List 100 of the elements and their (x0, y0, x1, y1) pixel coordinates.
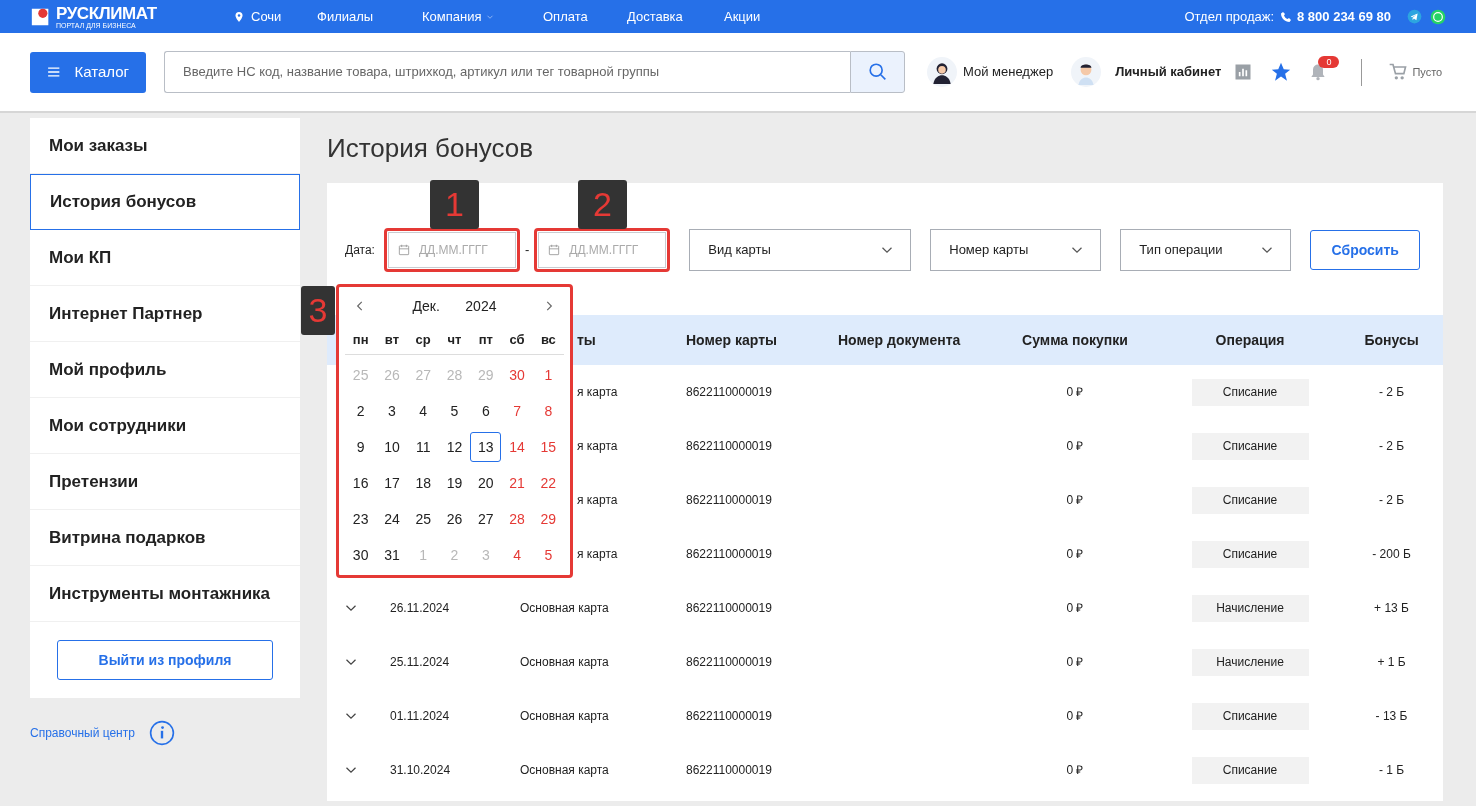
month-label[interactable]: Дек. (412, 295, 440, 317)
nav-link[interactable]: Филиалы (317, 6, 374, 27)
sales-label: Отдел продаж: (1184, 7, 1274, 26)
calendar-day[interactable]: 5 (532, 540, 564, 570)
calendar-day[interactable]: 23 (345, 504, 377, 534)
calendar-day[interactable]: 7 (501, 396, 533, 426)
dropdown-select[interactable]: Тип операции (1120, 229, 1292, 271)
calendar-day[interactable]: 13 (470, 432, 502, 462)
nav-link[interactable]: Оплата (543, 6, 588, 27)
calendar-day[interactable]: 5 (438, 396, 471, 426)
calendar-day[interactable]: 14 (501, 432, 533, 462)
sidebar-item[interactable]: История бонусов (30, 174, 300, 230)
table-cell: 0 ₽ (1066, 493, 1084, 507)
calendar-day[interactable]: 19 (438, 468, 471, 498)
calendar-day[interactable]: 15 (532, 432, 564, 462)
year-label[interactable]: 2024 (465, 295, 497, 317)
dropdown-select[interactable]: Номер карты (930, 229, 1102, 271)
table-cell: 0 ₽ (1066, 709, 1084, 723)
notification-badge: 0 (1318, 56, 1340, 68)
cart-icon[interactable] (1388, 62, 1409, 82)
phone-number[interactable]: 8 800 234 69 80 (1297, 6, 1391, 27)
date-field[interactable]: ДД.ММ.ГГГГ (387, 232, 516, 268)
calendar-day[interactable]: 12 (438, 432, 471, 462)
calendar-day[interactable]: 29 (532, 504, 564, 534)
info-icon[interactable] (148, 720, 175, 746)
calendar-day[interactable]: 26 (438, 504, 471, 534)
calendar-day[interactable]: 22 (532, 468, 564, 498)
table-cell: 8622110000019 (686, 601, 772, 615)
cart-status[interactable]: Пусто (1412, 63, 1443, 81)
annotation-marker: 1 (430, 180, 479, 229)
table-cell: Основная карта (520, 763, 609, 777)
sidebar-item[interactable]: Мой профиль (30, 342, 300, 398)
calendar-day[interactable]: 6 (470, 396, 502, 426)
weekday-label: пн (351, 330, 370, 349)
search-field[interactable]: Введите НС код, название товара, штрихкод, артикул или тег товарной группы (164, 51, 850, 93)
sidebar-item[interactable]: Мои заказы (30, 118, 300, 174)
account-link[interactable]: Личный кабинет (1115, 62, 1222, 82)
calendar-day[interactable]: 8 (532, 396, 564, 426)
weekday-label: сб (508, 330, 526, 349)
table-cell: 8622110000019 (686, 547, 772, 561)
search-button[interactable] (850, 51, 905, 93)
calendar-icon (396, 243, 411, 257)
logout-button[interactable]: Выйти из профиля (57, 640, 273, 680)
calendar-day[interactable]: 30 (501, 360, 533, 390)
nav-link[interactable]: Компания (422, 6, 482, 27)
paper-plane-icon[interactable] (1407, 9, 1422, 24)
calendar-day[interactable]: 28 (501, 504, 533, 534)
table-cell: - 1 Б (1378, 763, 1405, 777)
calendar-day[interactable]: 30 (345, 540, 377, 570)
weekday-label: вт (383, 330, 400, 349)
nav-link[interactable]: Акции (724, 6, 761, 27)
table-cell: 01.11.2024 (390, 709, 450, 723)
calendar-day[interactable]: 11 (407, 432, 439, 462)
city-link[interactable]: Сочи (251, 6, 282, 27)
search-icon (866, 61, 889, 83)
calendar-day[interactable]: 21 (501, 468, 533, 498)
sidebar-item[interactable]: Интернет Партнер (30, 286, 300, 342)
calendar-day[interactable]: 16 (345, 468, 377, 498)
catalog-button[interactable]: Каталог (30, 51, 146, 93)
calendar-day[interactable]: 24 (376, 504, 408, 534)
bar-chart-icon[interactable] (1233, 62, 1254, 82)
operation-tag: Списание (1191, 540, 1309, 568)
calendar-day[interactable]: 4 (407, 396, 439, 426)
calendar-day[interactable]: 1 (532, 360, 564, 390)
nav-link[interactable]: Доставка (627, 6, 683, 27)
column-header: Операция (1215, 331, 1285, 348)
sidebar-item[interactable]: Мои сотрудники (30, 398, 300, 454)
calendar-day[interactable]: 3 (376, 396, 408, 426)
table-cell: 8622110000019 (686, 385, 772, 399)
table-cell: 31.10.2024 (390, 763, 451, 777)
table-cell: 0 ₽ (1066, 655, 1084, 669)
table-cell: Основная карта (520, 655, 609, 669)
sidebar-item[interactable]: Мои КП (30, 230, 300, 286)
help-center-link[interactable]: Справочный центр (30, 724, 135, 742)
date-field[interactable]: ДД.ММ.ГГГГ (538, 232, 667, 268)
calendar-day[interactable]: 17 (376, 468, 408, 498)
table-cell: 8622110000019 (686, 763, 772, 777)
calendar-icon (547, 243, 562, 257)
calendar-day[interactable]: 2 (345, 396, 377, 426)
reset-button[interactable]: Сбросить (1310, 230, 1421, 270)
dropdown-select[interactable]: Вид карты (689, 229, 912, 271)
calendar-day[interactable]: 20 (470, 468, 502, 498)
sidebar-item[interactable]: Витрина подарков (30, 510, 300, 566)
sidebar-item[interactable]: Инструменты монтажника (30, 566, 300, 622)
calendar-day[interactable]: 4 (501, 540, 533, 570)
calendar-day[interactable]: 31 (376, 540, 408, 570)
calendar-day[interactable]: 18 (407, 468, 439, 498)
calendar-day[interactable]: 10 (376, 432, 408, 462)
chat-bubble-icon[interactable] (1430, 8, 1446, 25)
table-cell: 0 ₽ (1066, 763, 1084, 777)
column-header: Номер документа (838, 331, 961, 348)
table-cell: - 2 Б (1378, 439, 1405, 453)
sidebar-item[interactable]: Претензии (30, 454, 300, 510)
calendar-day[interactable]: 27 (470, 504, 502, 534)
table-cell: 25.11.2024 (390, 655, 450, 669)
calendar-day[interactable]: 9 (345, 432, 377, 462)
calendar-day[interactable]: 25 (407, 504, 439, 534)
manager-link[interactable]: Мой менеджер (963, 62, 1054, 82)
table-cell: - 2 Б (1378, 385, 1405, 399)
operation-tag: Списание (1191, 432, 1309, 460)
